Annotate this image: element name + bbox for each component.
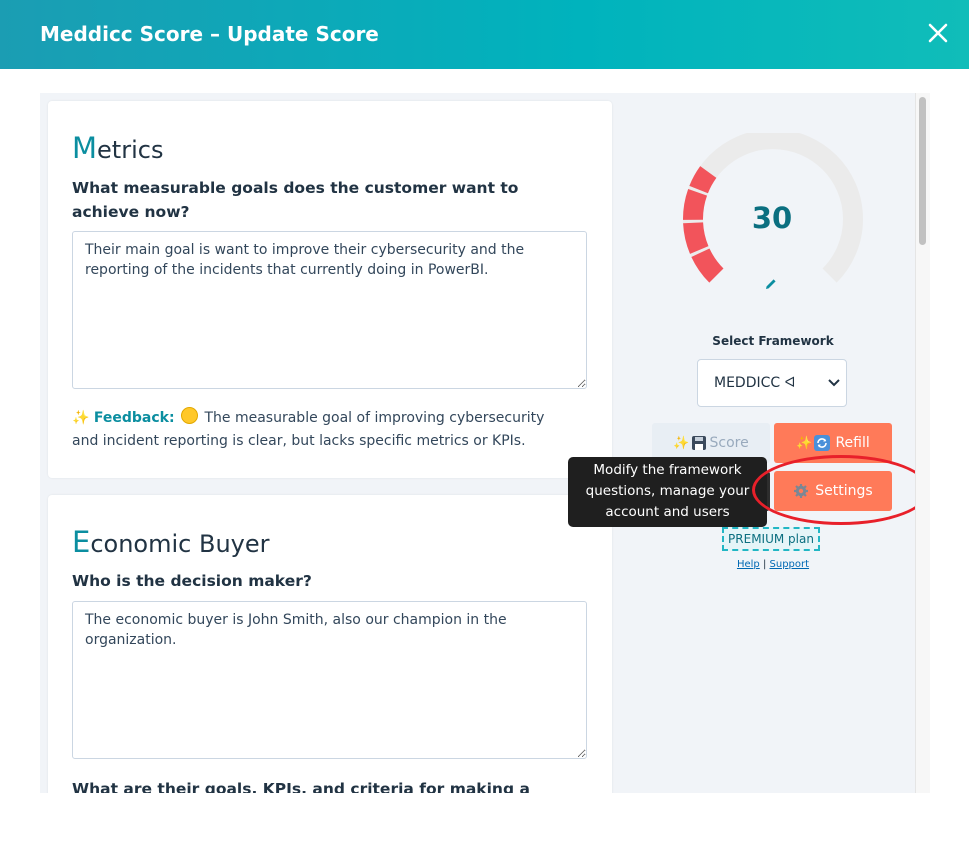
metrics-feedback: ✨ Feedback: The measurable goal of impro… [72, 407, 572, 453]
refresh-icon [814, 435, 831, 451]
economic-buyer-title: Economic Buyer [72, 525, 270, 559]
framework-label: Select Framework [712, 334, 834, 348]
metrics-title: Metrics [72, 131, 164, 165]
score-button-label: Score [709, 435, 749, 451]
links-separator: | [762, 559, 767, 570]
help-link[interactable]: Help [737, 559, 760, 570]
score-value: 30 [751, 201, 793, 235]
chevron-down-icon [828, 379, 840, 387]
sparkles-icon: ✨ [796, 435, 813, 451]
close-icon[interactable] [927, 22, 949, 44]
economic-buyer-question: Who is the decision maker? [72, 572, 312, 590]
sparkles-icon: ✨ [72, 410, 90, 426]
modal-body: Metrics What measurable goals does the c… [40, 93, 930, 793]
pencil-icon[interactable] [764, 277, 778, 291]
floppy-disk-icon [692, 436, 707, 450]
metrics-card: Metrics What measurable goals does the c… [48, 101, 612, 478]
metrics-question: What measurable goals does the customer … [72, 179, 519, 221]
scrollbar-thumb[interactable] [919, 97, 926, 245]
framework-select[interactable]: MEDDICC ᐊ [697, 359, 847, 407]
help-links: Help | Support [680, 559, 866, 570]
sparkles-icon: ✨ [673, 435, 690, 451]
metrics-answer-field[interactable]: Their main goal is want to improve their… [72, 231, 587, 389]
feedback-label: Feedback: [93, 410, 175, 426]
settings-tooltip: Modify the framework questions, manage y… [568, 457, 767, 527]
economic-buyer-answer-field[interactable]: The economic buyer is John Smith, also o… [72, 601, 587, 759]
premium-plan-badge: PREMIUM plan [722, 527, 820, 551]
economic-buyer-question-2: What are their goals, KPIs, and criteria… [72, 780, 530, 793]
yellow-circle-icon [181, 407, 199, 424]
modal-title: Meddicc Score – Update Score [40, 22, 379, 46]
refill-button-label: Refill [835, 435, 870, 451]
support-link[interactable]: Support [770, 559, 810, 570]
modal-header: Meddicc Score – Update Score [0, 0, 969, 69]
economic-buyer-card: Economic Buyer Who is the decision maker… [48, 495, 612, 793]
framework-selected-value: MEDDICC ᐊ [714, 375, 796, 391]
highlight-circle [752, 455, 930, 525]
